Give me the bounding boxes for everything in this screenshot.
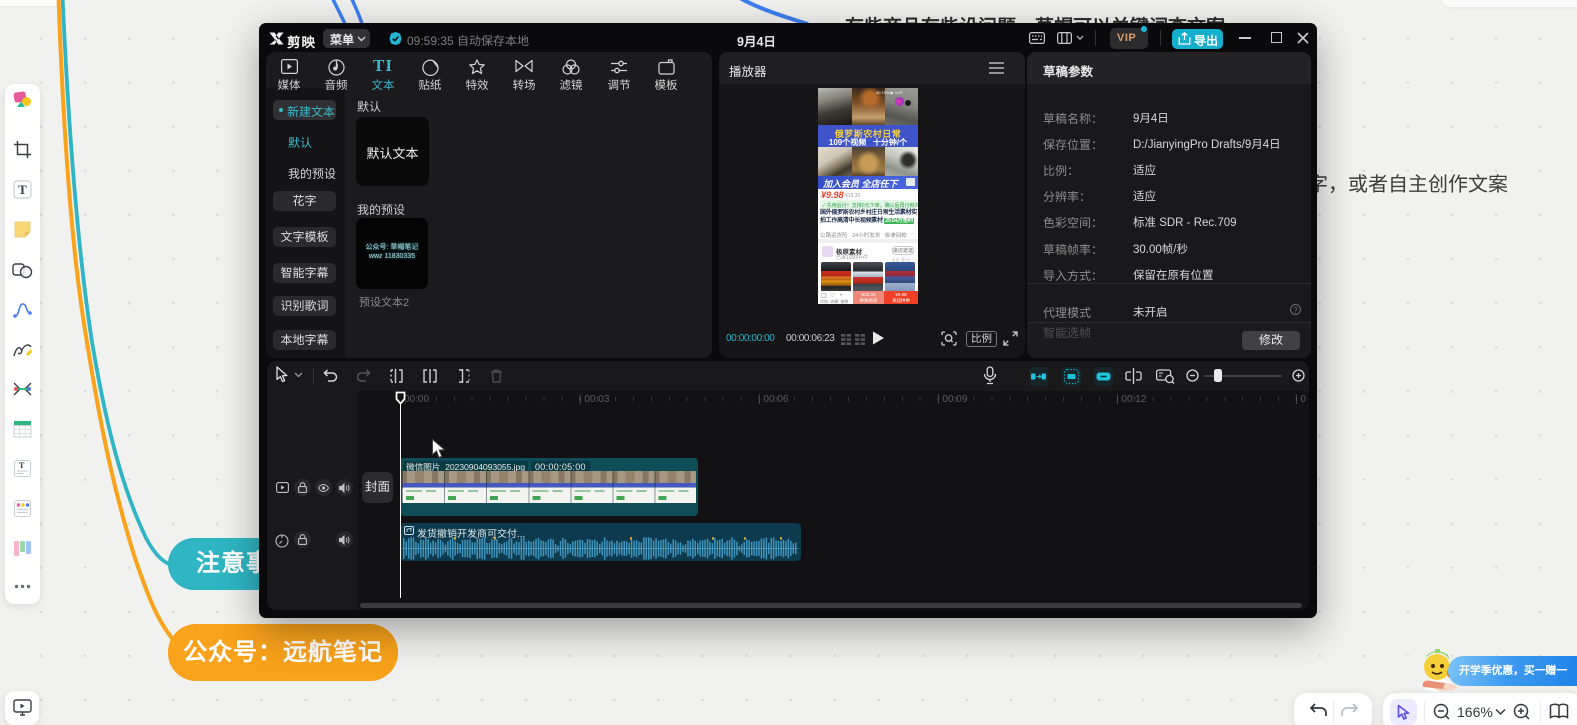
svg-text:T: T — [18, 182, 27, 197]
svg-text:T: T — [19, 461, 25, 470]
